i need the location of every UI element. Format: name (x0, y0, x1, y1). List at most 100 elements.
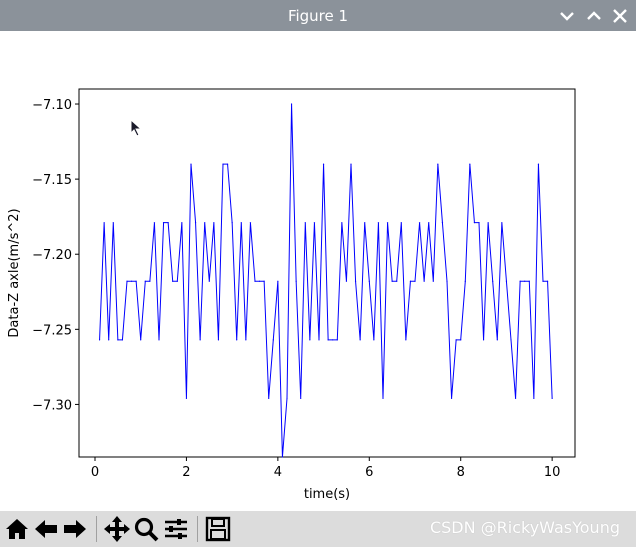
data-point (204, 222, 206, 224)
data-point (423, 280, 425, 282)
data-point (505, 280, 508, 282)
data-point (446, 280, 448, 282)
x-tick-label: 6 (365, 465, 373, 480)
minimize-button[interactable] (557, 6, 577, 26)
home-button[interactable] (3, 515, 31, 543)
data-point (153, 222, 156, 224)
data-point (108, 339, 110, 341)
data-point (322, 163, 325, 165)
data-point (359, 339, 361, 341)
data-point (533, 397, 535, 400)
sliders-icon (165, 519, 187, 539)
data-point (245, 339, 247, 341)
data-point (473, 222, 476, 224)
data-point (469, 163, 471, 165)
data-point (336, 339, 338, 341)
data-point (185, 397, 188, 400)
data-point (428, 222, 430, 224)
data-point (546, 280, 549, 282)
data-point (268, 397, 270, 400)
x-tick-label: 0 (91, 465, 99, 480)
data-point (190, 163, 192, 165)
data-point (345, 280, 348, 282)
data-point (126, 280, 128, 282)
data-point (304, 222, 306, 224)
close-button[interactable] (610, 6, 630, 26)
data-point (281, 456, 284, 458)
data-point (162, 222, 165, 224)
pan-button[interactable] (103, 515, 131, 543)
data-point (199, 339, 201, 341)
data-point (364, 222, 366, 224)
data-point (405, 339, 407, 341)
line-chart: 0 2 4 6 8 10 −7.10 −7.15 −7.20 −7.25 −7.30 time(s)… (7, 88, 576, 502)
data-point (236, 339, 238, 341)
data-point (112, 222, 114, 224)
back-button[interactable] (32, 515, 60, 543)
data-point (528, 280, 530, 282)
data-point (117, 339, 119, 341)
configure-subplots-button[interactable] (162, 515, 190, 543)
data-point (537, 163, 540, 165)
data-point (176, 280, 178, 282)
data-point (240, 222, 242, 224)
data-point (313, 222, 316, 224)
data-point (450, 397, 453, 400)
data-point (194, 222, 197, 224)
data-point (460, 339, 462, 341)
data-point (487, 222, 489, 224)
data-point (103, 222, 105, 224)
mouse-pointer-icon (130, 119, 143, 137)
data-point (121, 339, 124, 341)
data-point (222, 163, 224, 165)
figure-canvas[interactable]: 0 2 4 6 8 10 −7.10 −7.15 −7.20 −7.25 −7.30 time(s)… (0, 31, 636, 511)
y-tick-label: −7.10 (32, 98, 72, 113)
data-point (441, 222, 444, 224)
chevron-up-icon (587, 11, 601, 20)
data-point (455, 339, 457, 341)
window-title: Figure 1 (287, 7, 349, 25)
data-point (167, 222, 169, 224)
data-point (300, 397, 302, 400)
data-point (350, 163, 352, 165)
data-point (418, 222, 421, 224)
data-point (400, 222, 402, 224)
forward-button[interactable] (61, 515, 89, 543)
data-point (149, 280, 151, 282)
arrow-left-icon (35, 520, 57, 538)
x-tick-label: 2 (182, 465, 190, 480)
window-titlebar[interactable]: Figure 1 (0, 0, 636, 31)
data-point (263, 280, 265, 282)
data-point (437, 163, 439, 165)
data-point (327, 339, 329, 341)
data-point (496, 339, 498, 341)
data-point (396, 280, 398, 282)
data-point (254, 280, 256, 282)
data-point (181, 222, 183, 224)
data-point (414, 280, 416, 282)
data-point (542, 280, 544, 282)
data-point (368, 280, 370, 282)
data-point (409, 280, 412, 282)
data-point (318, 339, 320, 341)
data-point (382, 397, 384, 400)
zoom-button[interactable] (132, 515, 160, 543)
arrow-right-icon (64, 520, 86, 538)
close-icon (613, 9, 627, 23)
data-point (140, 339, 142, 341)
navigation-toolbar: CSDN @RickyWasYoung (0, 511, 636, 547)
maximize-button[interactable] (584, 6, 604, 26)
data-point (510, 339, 512, 341)
data-point (373, 339, 375, 341)
y-axis-label: Data-Z axle(m/s^2) (7, 208, 22, 337)
data-point (464, 280, 466, 282)
data-point (286, 397, 288, 400)
data-point (172, 280, 174, 282)
x-axis-label: time(s) (304, 487, 350, 502)
axes-frame (78, 88, 576, 458)
data-point (208, 280, 210, 282)
data-point (277, 280, 279, 282)
series-line (99, 104, 553, 458)
chevron-down-icon (560, 12, 574, 21)
save-button[interactable] (204, 515, 232, 543)
